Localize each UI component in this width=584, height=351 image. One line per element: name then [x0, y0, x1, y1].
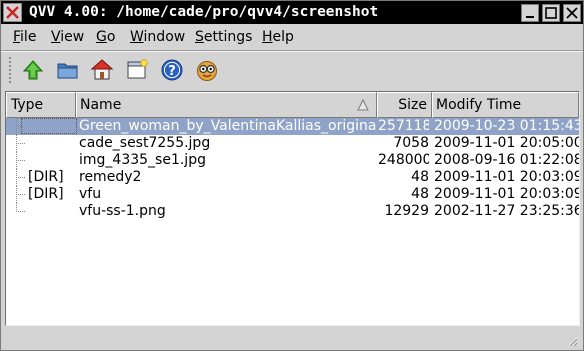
item-type: [DIR] — [28, 169, 64, 185]
item-size: 257118 — [378, 118, 429, 134]
menu-settings[interactable]: Settings — [195, 28, 252, 46]
close-button[interactable] — [563, 4, 581, 22]
item-name: img_4335_se1.jpg — [79, 152, 206, 168]
sort-ascending-icon — [357, 99, 369, 111]
menu-file[interactable]: File — [13, 28, 36, 46]
item-name: vfu — [79, 186, 102, 202]
about-button[interactable] — [192, 55, 222, 85]
item-time: 2009-11-01 20:03:09 — [434, 169, 579, 185]
item-size: 248000 — [378, 152, 429, 168]
home-button[interactable] — [87, 55, 117, 85]
toolbar: ? — [1, 52, 583, 88]
help-button[interactable]: ? — [157, 55, 187, 85]
window-title: QVV 4.00: /home/cade/pro/qvv4/screenshot — [29, 4, 379, 20]
status-bar — [5, 331, 580, 348]
list-item[interactable]: [DIR] vfu 48 2009-11-01 20:03:09 — [6, 186, 579, 203]
title-bar[interactable]: QVV 4.00: /home/cade/pro/qvv4/screenshot — [1, 1, 583, 24]
resize-grip-icon[interactable] — [566, 335, 578, 347]
new-window-icon — [127, 59, 148, 79]
toolbar-grip[interactable] — [8, 56, 12, 84]
maximize-icon — [545, 7, 557, 19]
about-icon — [197, 61, 217, 81]
maximize-button[interactable] — [542, 4, 560, 22]
list-item[interactable]: [DIR] remedy2 48 2009-11-01 20:03:09 — [6, 169, 579, 186]
menu-bar: File View Go Window Settings Help — [1, 25, 583, 50]
item-time: 2009-11-01 20:05:00 — [434, 135, 579, 151]
help-icon: ? — [161, 59, 183, 81]
file-list[interactable]: Type Name Size Modify Time Green_woman_b… — [5, 91, 580, 326]
item-size: 7058 — [393, 135, 429, 151]
item-time: 2008-09-16 01:22:08 — [434, 152, 579, 168]
new-window-button[interactable] — [122, 55, 152, 85]
item-size: 12929 — [384, 203, 429, 219]
list-header: Type Name Size Modify Time — [6, 92, 579, 118]
go-up-icon — [22, 60, 44, 80]
list-item[interactable]: Green_woman_by_ValentinaKallias_original… — [6, 118, 579, 135]
open-folder-icon — [57, 63, 78, 79]
menu-help[interactable]: Help — [262, 28, 294, 46]
minimize-icon — [526, 16, 534, 18]
item-name: remedy2 — [79, 169, 142, 185]
menu-view[interactable]: View — [51, 28, 84, 46]
app-window: QVV 4.00: /home/cade/pro/qvv4/screenshot… — [0, 0, 584, 351]
column-header-name[interactable]: Name — [76, 92, 377, 118]
item-time: 2009-10-23 01:15:43 — [434, 118, 579, 134]
open-folder-button[interactable] — [53, 55, 83, 85]
item-name: vfu-ss-1.png — [79, 203, 166, 219]
minimize-button[interactable] — [521, 4, 539, 22]
svg-text:?: ? — [168, 64, 176, 79]
column-header-time[interactable]: Modify Time — [432, 92, 579, 118]
close-icon — [566, 7, 578, 19]
item-time: 2009-11-01 20:03:09 — [434, 186, 579, 202]
menu-window[interactable]: Window — [130, 28, 185, 46]
item-time: 2002-11-27 23:25:36 — [434, 203, 579, 219]
focus-rect — [21, 118, 77, 134]
home-icon — [90, 59, 114, 80]
window-menu-icon[interactable] — [3, 3, 22, 22]
list-item[interactable]: img_4335_se1.jpg 248000 2008-09-16 01:22… — [6, 152, 579, 169]
item-type: [DIR] — [28, 186, 64, 202]
item-size: 48 — [411, 186, 429, 202]
list-item[interactable]: vfu-ss-1.png 12929 2002-11-27 23:25:36 — [6, 203, 579, 220]
go-up-button[interactable] — [18, 55, 48, 85]
item-size: 48 — [411, 169, 429, 185]
list-item[interactable]: cade_sest7255.jpg 7058 2009-11-01 20:05:… — [6, 135, 579, 152]
column-header-type[interactable]: Type — [6, 92, 76, 118]
column-header-size[interactable]: Size — [377, 92, 432, 118]
menu-go[interactable]: Go — [96, 28, 115, 46]
item-name: Green_woman_by_ValentinaKallias_original… — [79, 118, 376, 134]
item-name: cade_sest7255.jpg — [79, 135, 211, 151]
